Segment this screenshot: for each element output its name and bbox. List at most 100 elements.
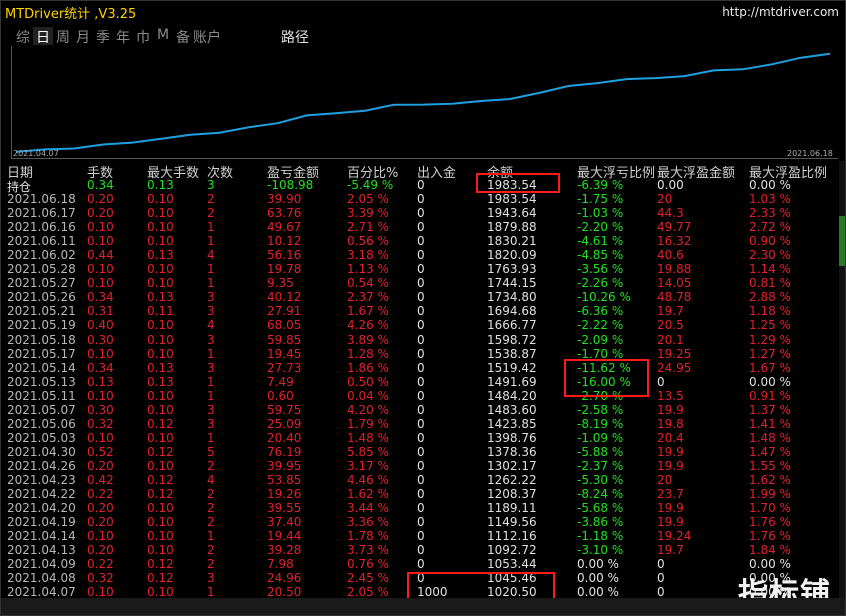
table-cell: 20.1 [657,332,684,347]
table-cell: 1 [207,276,215,291]
table-cell: 14.05 [657,276,692,291]
table-cell: 1398.76 [487,430,537,445]
table-cell: -6.39 % [577,178,624,192]
table-cell: 0.90 % [749,234,791,249]
app-title: MTDriver统计 ,V3.25 [5,7,137,22]
table-cell: 3 [207,304,215,319]
table-cell: 0.12 [147,473,174,487]
table-cell: 2021.05.21 [7,304,76,319]
table-cell: 0.42 [87,473,114,487]
table-cell: 39.55 [267,501,302,516]
table-cell: 0 [417,234,425,249]
table-cell: 1.37 % [749,402,791,417]
table-cell: 19.9 [657,501,684,516]
table-cell: -1.18 % [577,529,624,544]
table-cell: 1.55 % [749,458,791,473]
table-cell: 0.40 [87,318,114,333]
table-cell: -1.75 % [577,192,624,206]
tab-3[interactable]: 月 [73,27,93,46]
table-cell: 7.49 [267,374,294,389]
table-cell: 24.96 [267,571,302,586]
table-cell: 2021.04.20 [7,501,76,516]
table-cell: 0.30 [87,402,114,417]
table-cell: 1830.21 [487,234,537,249]
table-cell: 0.56 % [347,234,389,249]
table-cell: 1.76 % [749,529,791,544]
table-cell: 1538.87 [487,346,537,361]
table-cell: 0.13 [87,374,114,389]
table-cell: 2 [207,192,215,206]
tab-4[interactable]: 季 [93,27,113,46]
table-cell: 25.09 [267,416,302,431]
table-cell: 0.20 [87,206,114,221]
table-cell: 1.62 % [749,473,791,487]
table-cell: 0.04 % [347,388,389,403]
table-cell: 1.99 % [749,487,791,502]
table-cell: 1983.54 [487,192,537,206]
table-cell: 39.95 [267,458,302,473]
tab-9[interactable]: 账户 [193,27,221,46]
table-cell: 0 [417,430,425,445]
table-cell: 19.7 [657,304,684,319]
table-cell: 0.00 [657,178,684,192]
tab-7[interactable]: M [153,27,173,45]
table-cell: 1.48 % [347,430,389,445]
tab-2[interactable]: 周 [53,27,73,46]
table-cell: 0 [417,515,425,530]
table-cell: 19.9 [657,444,684,459]
table-cell: 0 [417,304,425,319]
tab-5[interactable]: 年 [113,27,133,46]
table-cell: 3 [207,571,215,586]
table-cell: 1423.85 [487,416,537,431]
table-cell: 0.10 [87,234,114,249]
table-cell: 0.12 [147,571,174,586]
table-cell: 0.10 [87,430,114,445]
table-cell: 0 [417,402,425,417]
table-cell: 2.45 % [347,571,389,586]
tab-8[interactable]: 备 [173,27,193,46]
table-cell: 0.10 [147,234,174,249]
table-cell: 2021.05.17 [7,346,76,361]
table-cell: -8.24 % [577,487,624,502]
tab-6[interactable]: 巾 [133,27,153,46]
table-cell: 2021.05.03 [7,430,76,445]
table-cell: 2.05 % [347,192,389,206]
table-cell: 1943.64 [487,206,537,221]
table-cell: 39.90 [267,192,302,206]
table-cell: 2 [207,557,215,572]
table-cell: 0.10 [147,192,174,206]
table-cell: -1.09 % [577,430,624,445]
table-cell: 1302.17 [487,458,537,473]
tab-0[interactable]: 综 [13,27,33,46]
table-cell: 20.40 [267,430,302,445]
table-cell: 16.32 [657,234,692,249]
table-cell: 0.10 [147,529,174,544]
table-cell: 2021.04.19 [7,515,76,530]
table-cell: 48.78 [657,290,692,305]
table-cell: 2.30 % [749,248,791,263]
table-cell: 1092.72 [487,543,537,558]
app-url-link[interactable]: http://mtdriver.com [722,5,839,19]
table-cell: -8.19 % [577,416,624,431]
table-cell: 2021.06.16 [7,220,76,235]
table-scrollbar-thumb[interactable] [839,216,845,266]
table-cell: 59.75 [267,402,302,417]
tab-1[interactable]: 日 [33,27,53,46]
table-cell: 0.10 [87,346,114,361]
table-cell: 1519.42 [487,360,537,375]
table-cell: 0.50 % [347,374,389,389]
table-cell: 0.10 [87,220,114,235]
table-cell: 0.12 [147,444,174,459]
table-cell: 1 [207,234,215,249]
path-tab[interactable]: 路径 [281,27,309,46]
table-cell: 40.6 [657,248,684,263]
table-cell: 1.25 % [749,318,791,333]
table-cell: 0.13 [147,290,174,305]
table-cell: 0 [417,276,425,291]
table-cell: 0.11 [147,304,174,319]
table-cell: 0 [417,192,425,206]
table-cell: 63.76 [267,206,302,221]
table-cell: 0.34 [87,178,114,192]
table-cell: 20 [657,192,673,206]
table-cell: 3.18 % [347,248,389,263]
